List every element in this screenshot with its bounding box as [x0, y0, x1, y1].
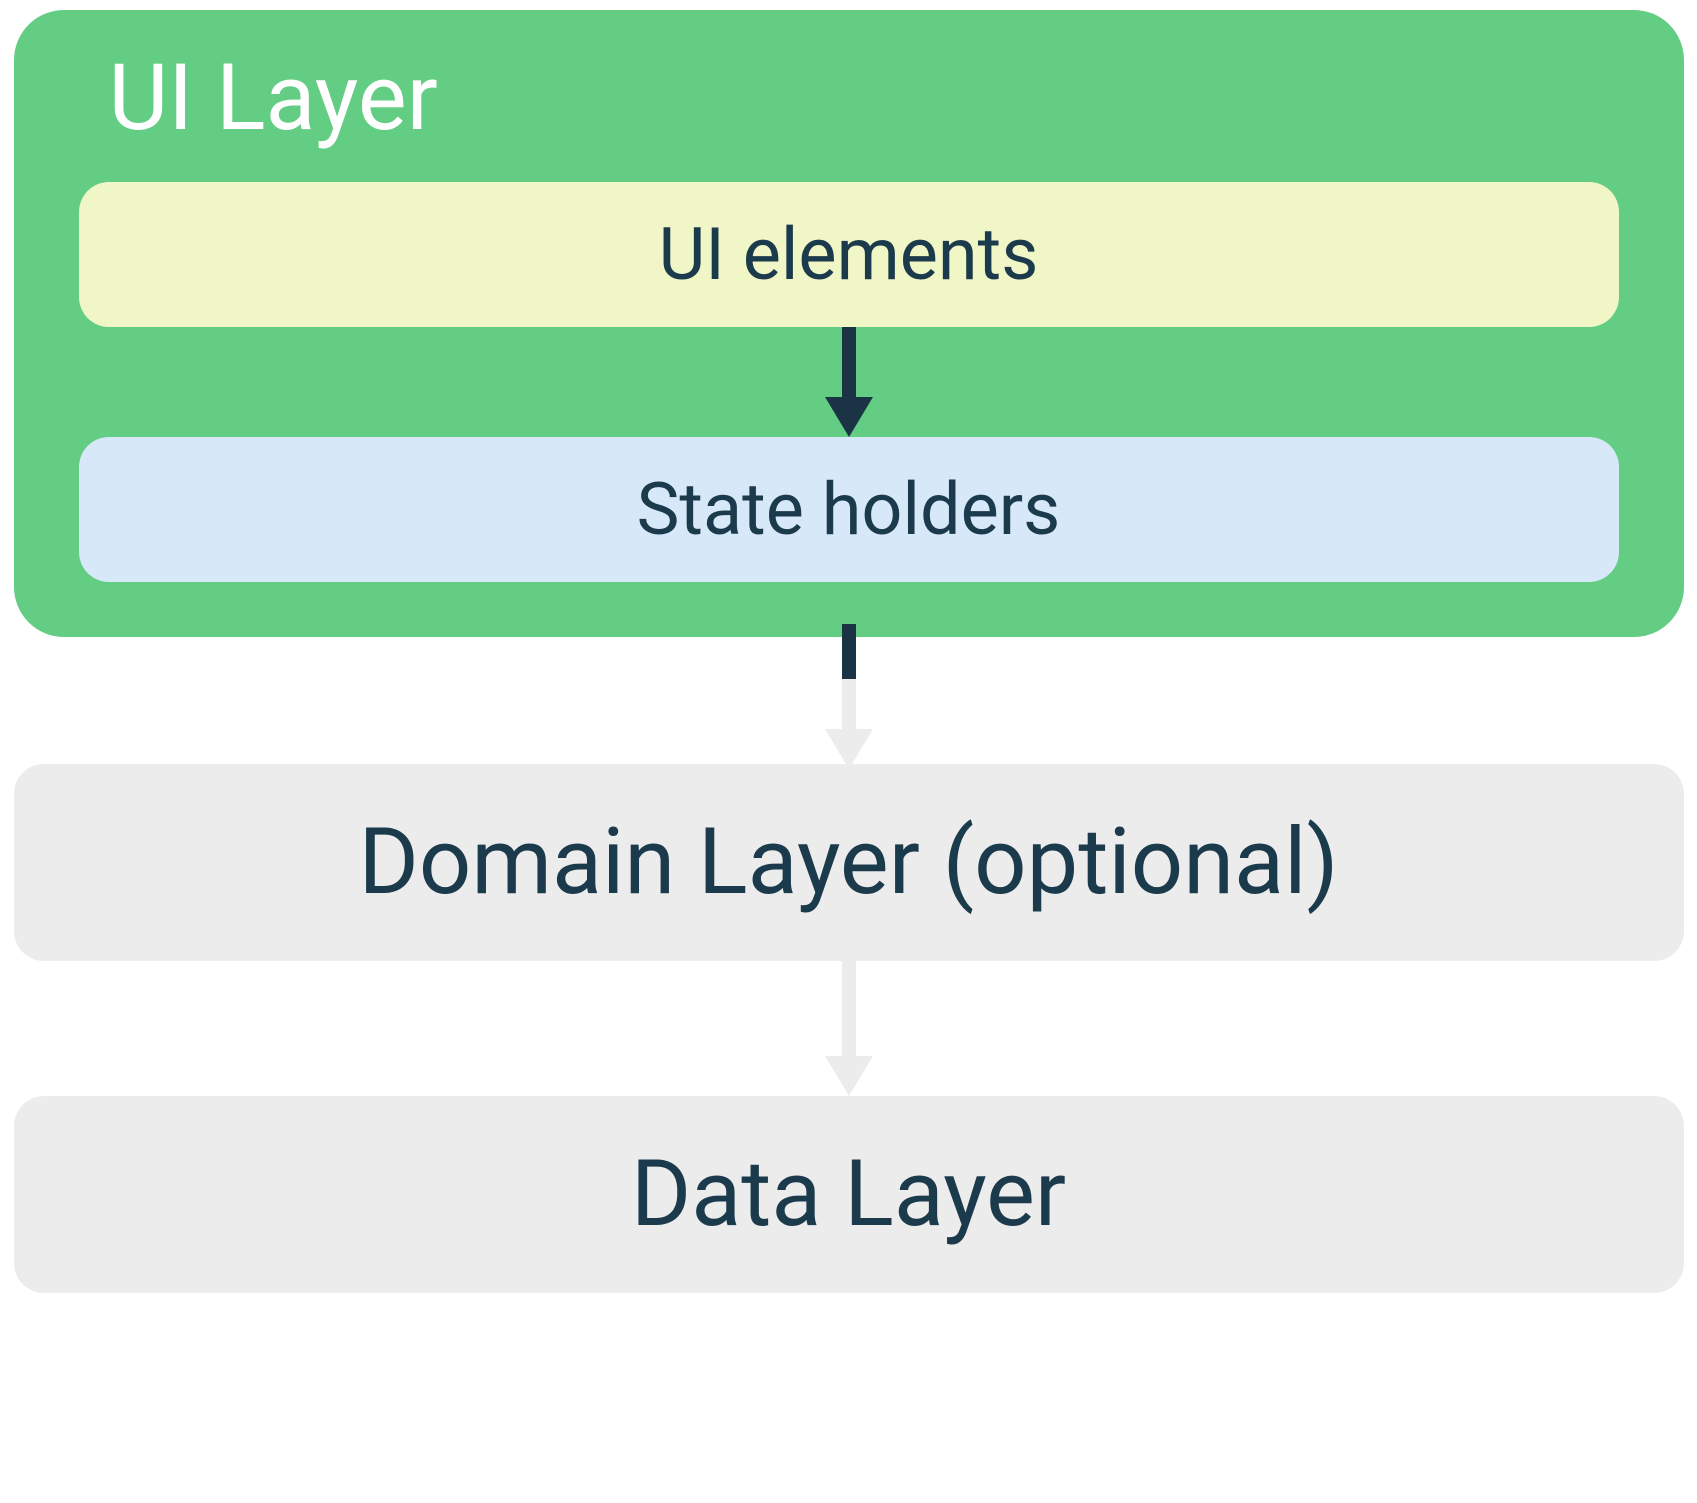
state-holders-box: State holders: [79, 437, 1619, 582]
data-layer-box: Data Layer: [14, 1096, 1684, 1293]
ui-elements-label: UI elements: [659, 212, 1039, 297]
state-holders-label: State holders: [637, 467, 1061, 552]
arrow-down-icon: [819, 961, 879, 1096]
domain-layer-box: Domain Layer (optional): [14, 764, 1684, 961]
arrow-state-to-domain: [819, 629, 879, 764]
arrow-down-icon: [819, 327, 879, 437]
arrow-domain-to-data: [819, 961, 879, 1096]
architecture-diagram: UI Layer UI elements State holders Domai…: [0, 0, 1697, 1303]
data-layer-label: Data Layer: [631, 1141, 1066, 1248]
domain-layer-label: Domain Layer (optional): [358, 809, 1338, 916]
arrow-ui-to-state: [79, 327, 1619, 437]
ui-layer-container: UI Layer UI elements State holders: [14, 10, 1684, 637]
ui-elements-box: UI elements: [79, 182, 1619, 327]
arrow-down-icon: [819, 624, 879, 769]
ui-layer-title: UI Layer: [109, 45, 1619, 152]
